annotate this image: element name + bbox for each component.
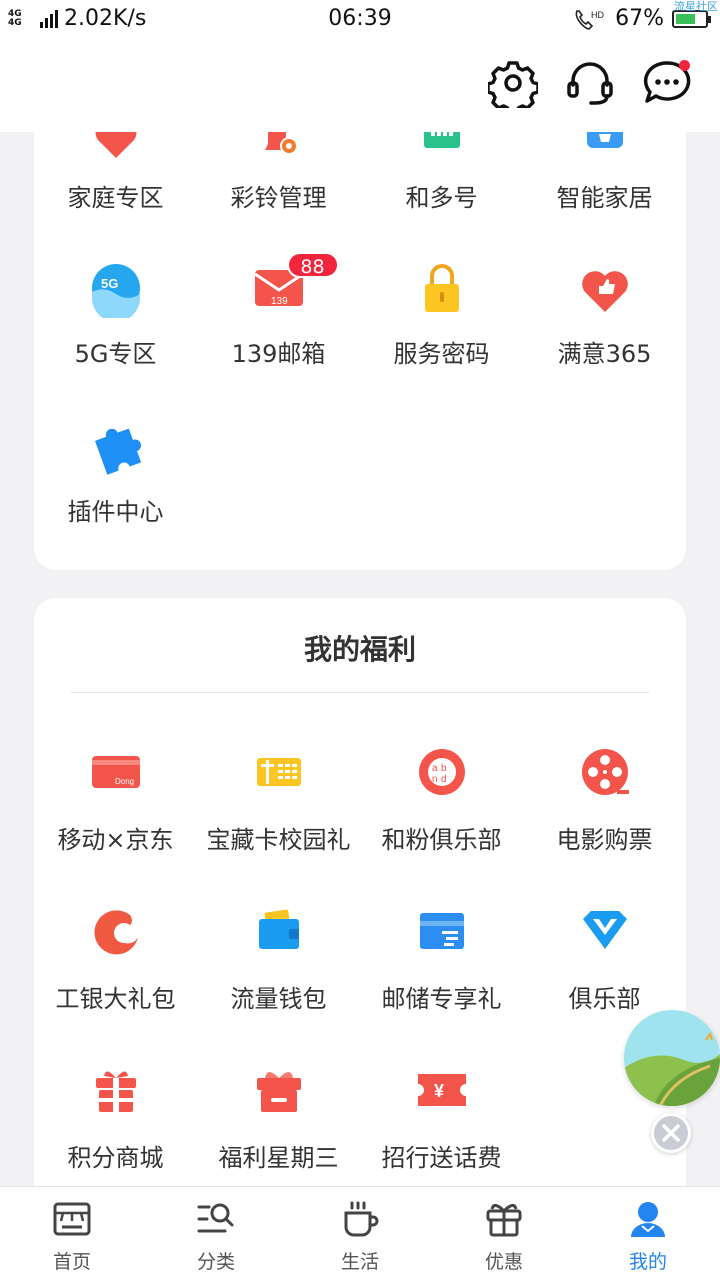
customer-service-button[interactable] — [565, 58, 615, 108]
service-satisfaction-365[interactable]: 满意365 — [523, 258, 686, 369]
tab-home[interactable]: 首页 — [0, 1187, 144, 1280]
mail-badge: 88 — [286, 252, 339, 278]
5g-globe-icon: 5G — [86, 258, 146, 322]
welfare-fans-club[interactable]: abnd 和粉俱乐部 — [360, 742, 523, 855]
welfare-label: 宝藏卡校园礼 — [206, 826, 351, 854]
service-password[interactable]: 服务密码 — [360, 258, 523, 369]
gift-card-icon — [249, 742, 309, 802]
close-icon — [662, 1124, 680, 1142]
club-circle-icon: abnd — [412, 742, 472, 802]
welfare-mobile-jd[interactable]: Dong 移动×京东 — [34, 742, 197, 855]
welfare-postal-gift[interactable]: 邮储专享礼 — [360, 901, 523, 1014]
gift-present-icon — [249, 1060, 309, 1120]
service-label: 彩铃管理 — [230, 184, 327, 212]
tab-category[interactable]: 分类 — [144, 1187, 288, 1280]
service-label: 5G专区 — [74, 340, 157, 368]
service-label: 插件中心 — [67, 498, 164, 526]
welfare-label: 电影购票 — [556, 826, 653, 854]
mail-icon: 139 88 — [249, 252, 339, 318]
hd-call-icon: HD — [575, 10, 605, 30]
hd-label: HD — [591, 10, 604, 20]
icbc-swirl-icon — [86, 901, 146, 961]
category-search-icon — [197, 1203, 234, 1233]
user-icon — [631, 1202, 665, 1237]
service-139-mail[interactable]: 139 88 139邮箱 — [197, 252, 360, 369]
service-label: 家庭专区 — [67, 184, 164, 212]
welfare-cmb-credit[interactable]: ¥ 招行送话费 — [360, 1060, 523, 1173]
gift-box-icon — [86, 1060, 146, 1120]
yen-ticket-icon: ¥ — [412, 1060, 472, 1120]
battery-percent: 67% — [615, 6, 664, 31]
svg-text:Dong: Dong — [115, 777, 134, 786]
services-card: 家庭专区 彩铃管理 和多号 智能家居 5G 5G专区 139 88 139邮箱 — [34, 110, 686, 570]
tab-life[interactable]: 生活 — [288, 1187, 432, 1280]
landscape-image — [624, 1010, 720, 1106]
welfare-label: 福利星期三 — [218, 1144, 339, 1172]
close-float-button[interactable] — [651, 1113, 691, 1153]
tab-label: 分类 — [196, 1251, 235, 1273]
welfare-label: 工银大礼包 — [55, 985, 176, 1013]
welfare-title: 我的福利 — [303, 633, 416, 666]
message-button[interactable] — [642, 58, 692, 108]
divider — [70, 692, 650, 693]
svg-text:b: b — [441, 763, 447, 774]
service-label: 智能家居 — [556, 184, 653, 212]
gift-icon — [486, 1204, 522, 1237]
status-bar: 4G 4G 2.02K/s 06:39 HD 67% 流星社区 — [0, 0, 720, 38]
welfare-club[interactable]: 俱乐部 — [523, 901, 686, 1014]
welfare-label: 移动×京东 — [57, 826, 174, 854]
service-plugin-center[interactable]: 插件中心 — [34, 416, 197, 527]
unread-dot — [679, 60, 690, 71]
svg-text:a: a — [432, 763, 438, 774]
bottom-tab-bar: 首页 分类 生活 优惠 我的 — [0, 1186, 720, 1280]
welfare-label: 积分商城 — [67, 1144, 164, 1172]
tab-label: 我的 — [628, 1251, 667, 1273]
puzzle-icon — [86, 416, 146, 476]
service-5g-zone[interactable]: 5G 5G专区 — [34, 258, 197, 369]
home-icon — [53, 1202, 91, 1236]
tab-mine[interactable]: 我的 — [576, 1187, 720, 1280]
service-label: 满意365 — [557, 340, 652, 368]
service-label: 服务密码 — [393, 340, 490, 368]
lock-icon — [412, 258, 472, 318]
welfare-icbc-gift[interactable]: 工银大礼包 — [34, 901, 197, 1014]
card-dong-icon: Dong — [86, 742, 146, 802]
svg-text:5G: 5G — [101, 276, 118, 291]
welfare-label: 邮储专享礼 — [381, 985, 502, 1013]
welfare-label: 招行送话费 — [381, 1144, 502, 1172]
service-label: 和多号 — [405, 184, 478, 212]
svg-text:d: d — [441, 774, 447, 785]
bank-card-icon — [412, 901, 472, 961]
top-header — [0, 38, 720, 132]
thumb-heart-icon — [575, 258, 635, 318]
tab-label: 首页 — [52, 1251, 91, 1273]
wallet-icon — [249, 901, 309, 961]
film-reel-icon — [575, 742, 635, 802]
welfare-points-mall[interactable]: 积分商城 — [34, 1060, 197, 1173]
diamond-v-icon — [575, 901, 635, 961]
welfare-treasure-card[interactable]: 宝藏卡校园礼 — [197, 742, 360, 855]
settings-button[interactable] — [486, 58, 540, 115]
svg-text:139: 139 — [271, 296, 288, 307]
welfare-label: 和粉俱乐部 — [381, 826, 502, 854]
gear-icon — [486, 61, 540, 115]
headset-icon — [567, 62, 613, 105]
floating-promo-ball[interactable] — [624, 1010, 720, 1106]
cup-icon — [344, 1201, 379, 1237]
welfare-data-wallet[interactable]: 流量钱包 — [197, 901, 360, 1014]
welfare-movie-ticket[interactable]: 电影购票 — [523, 742, 686, 855]
welfare-wednesday[interactable]: 福利星期三 — [197, 1060, 360, 1173]
tab-label: 优惠 — [484, 1251, 523, 1273]
welfare-card: 我的福利 Dong 移动×京东 宝藏卡校园礼 abnd 和粉俱乐部 电影购票 工… — [34, 598, 686, 1218]
tab-offers[interactable]: 优惠 — [432, 1187, 576, 1280]
svg-text:¥: ¥ — [434, 1081, 444, 1101]
svg-text:n: n — [432, 774, 438, 785]
service-label: 139邮箱 — [231, 340, 326, 368]
watermark: 流星社区 — [674, 0, 718, 13]
tab-label: 生活 — [340, 1251, 379, 1273]
welfare-label: 流量钱包 — [230, 985, 327, 1013]
welfare-label: 俱乐部 — [568, 985, 641, 1013]
